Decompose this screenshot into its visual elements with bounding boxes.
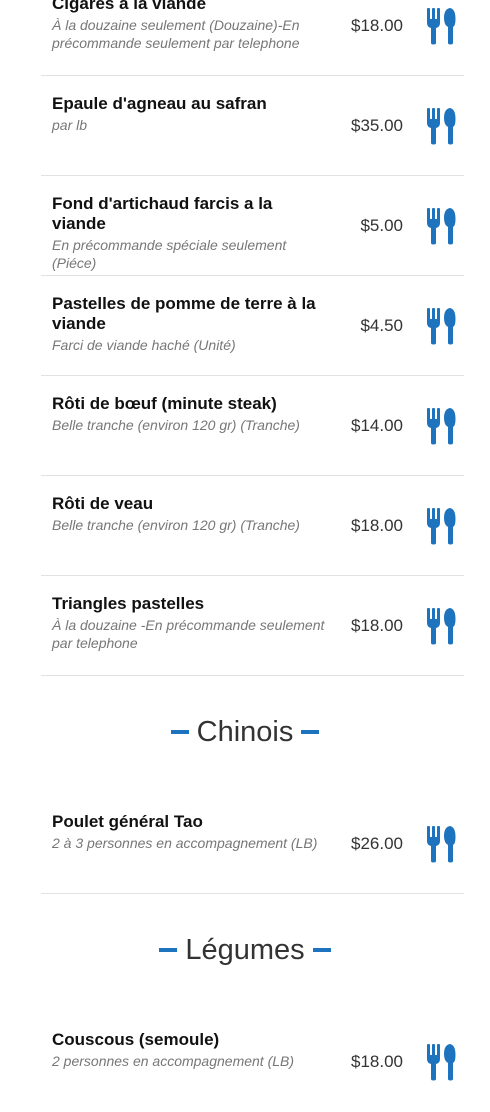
item-price: $18.00 bbox=[351, 515, 403, 535]
fork-knife-icon bbox=[427, 825, 456, 862]
fork-knife-icon bbox=[427, 407, 456, 444]
item-description: À la douzaine seulement (Douzaine)-En pr… bbox=[52, 17, 300, 51]
fork-knife-icon bbox=[427, 507, 456, 544]
section-title: Légumes bbox=[185, 934, 305, 966]
item-price: $14.00 bbox=[351, 415, 403, 435]
item-name: Fond d'artichaud farcis a la viande bbox=[52, 194, 273, 233]
item-name: Triangles pastelles bbox=[52, 594, 205, 613]
menu-item[interactable]: Pastelles de pomme de terre à la viande … bbox=[41, 276, 464, 376]
item-name: Epaule d'agneau au safran bbox=[52, 94, 267, 113]
heading-dash bbox=[312, 948, 331, 953]
item-price: $4.50 bbox=[360, 315, 403, 335]
item-description: 2 personnes en accompagnement (LB) bbox=[52, 1053, 295, 1069]
item-price: $26.00 bbox=[351, 833, 403, 853]
item-description: par lb bbox=[52, 117, 88, 133]
menu-item[interactable]: Rôti de veau Belle tranche (environ 120 … bbox=[41, 476, 464, 576]
fork-knife-icon bbox=[427, 1044, 456, 1081]
section-heading-legumes: Légumes bbox=[0, 894, 490, 1012]
fork-knife-icon bbox=[427, 207, 456, 244]
item-description: Belle tranche (environ 120 gr) (Tranche) bbox=[52, 417, 300, 433]
menu-item[interactable]: Couscous (semoule) 2 personnes en accomp… bbox=[41, 1012, 464, 1112]
item-name: Cigares à la viande bbox=[52, 0, 207, 13]
menu-item[interactable]: Epaule d'agneau au safran par lb $35.00 bbox=[41, 76, 464, 176]
item-price: $18.00 bbox=[351, 1052, 403, 1071]
heading-dash bbox=[159, 948, 178, 953]
item-description: Farci de viande haché (Unité) bbox=[52, 337, 236, 353]
heading-dash bbox=[301, 730, 320, 735]
menu-item[interactable]: Rôti de bœuf (minute steak) Belle tranch… bbox=[41, 376, 464, 476]
item-name: Rôti de veau bbox=[52, 494, 154, 513]
item-description: En précommande spéciale seulement (Piéce… bbox=[52, 237, 287, 271]
menu-item[interactable]: Fond d'artichaud farcis a la viande En p… bbox=[41, 176, 464, 276]
item-price: $5.00 bbox=[360, 215, 403, 235]
section-heading-chinois: Chinois bbox=[0, 676, 490, 794]
heading-dash bbox=[170, 730, 189, 735]
section-title: Chinois bbox=[196, 716, 294, 748]
item-price: $18.00 bbox=[351, 615, 403, 635]
item-name: Pastelles de pomme de terre à la viande bbox=[52, 294, 316, 333]
item-name: Poulet général Tao bbox=[52, 812, 203, 831]
menu-list: Cigares à la viande À la douzaine seulem… bbox=[0, 0, 490, 1112]
menu-item[interactable]: Triangles pastelles À la douzaine -En pr… bbox=[41, 576, 464, 676]
item-description: Belle tranche (environ 120 gr) (Tranche) bbox=[52, 517, 300, 533]
fork-knife-icon bbox=[427, 607, 456, 644]
item-description: 2 à 3 personnes en accompagnement (LB) bbox=[52, 835, 318, 851]
fork-knife-icon bbox=[427, 307, 456, 344]
menu-item[interactable]: Poulet général Tao 2 à 3 personnes en ac… bbox=[41, 794, 464, 894]
item-price: $35.00 bbox=[351, 115, 403, 135]
item-name: Rôti de bœuf (minute steak) bbox=[52, 394, 277, 413]
menu-item[interactable]: Cigares à la viande À la douzaine seulem… bbox=[41, 0, 464, 76]
item-description: À la douzaine -En précommande seulement … bbox=[52, 617, 325, 651]
fork-knife-icon bbox=[427, 7, 456, 44]
item-name: Couscous (semoule) bbox=[52, 1030, 220, 1049]
fork-knife-icon bbox=[427, 107, 456, 144]
item-price: $18.00 bbox=[351, 15, 403, 35]
